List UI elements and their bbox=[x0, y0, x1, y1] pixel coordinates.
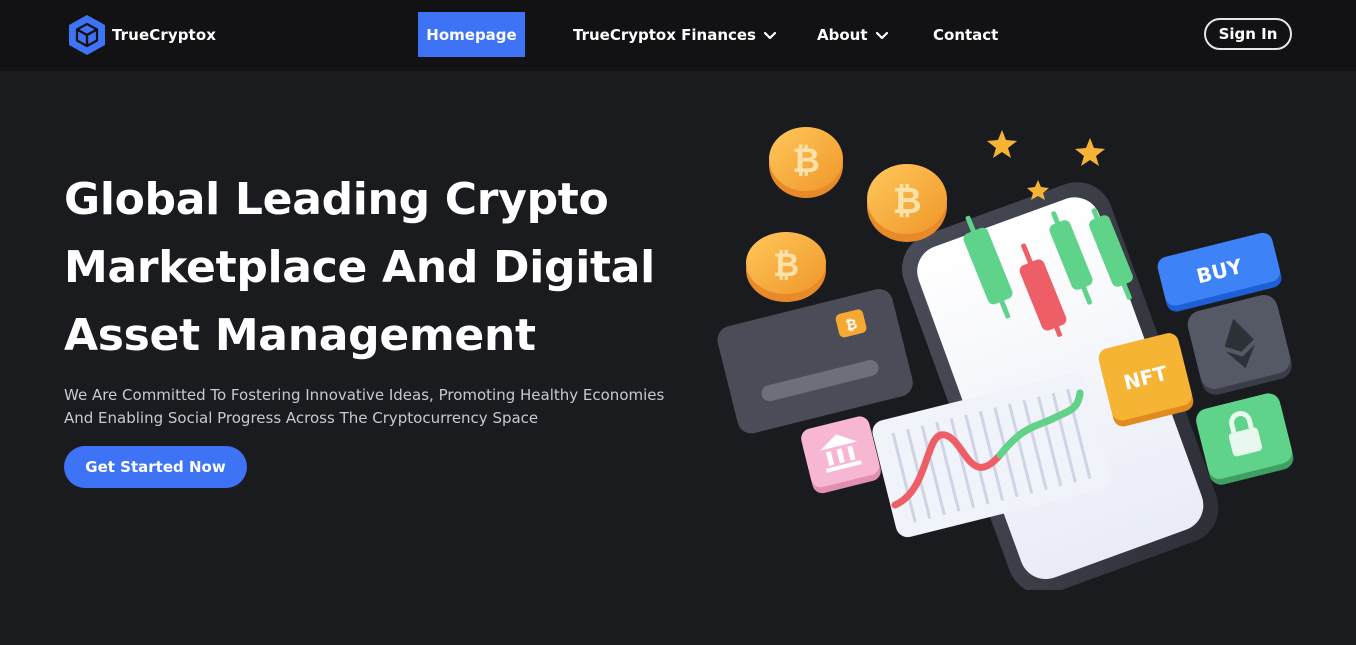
bitcoin-coin-icon: ₿ bbox=[769, 127, 843, 198]
svg-text:₿: ₿ bbox=[773, 246, 799, 284]
hero-subtitle: We Are Committed To Fostering Innovative… bbox=[64, 384, 674, 430]
navbar: TrueCryptox Homepage TrueCryptox Finance… bbox=[0, 0, 1356, 71]
bitcoin-coin-icon: ₿ bbox=[746, 232, 826, 302]
nav-about-label: About bbox=[817, 25, 868, 44]
star-icon bbox=[1075, 138, 1105, 166]
credit-card-icon: ₿ bbox=[717, 289, 913, 434]
svg-text:₿: ₿ bbox=[792, 141, 820, 181]
sign-in-button[interactable]: Sign In bbox=[1204, 18, 1292, 50]
nav-homepage[interactable]: Homepage bbox=[418, 12, 525, 57]
nav-truecryptox-finances[interactable]: TrueCryptox Finances bbox=[573, 12, 777, 57]
hero-subtitle-line: We Are Committed To Fostering Innovative… bbox=[64, 386, 665, 404]
hero-title-line: Marketplace And Digital bbox=[64, 242, 655, 293]
nav-about[interactable]: About bbox=[817, 12, 889, 57]
crypto-illustration: ₿ ₿ ₿ ₿ BUY NFT bbox=[717, 127, 1294, 590]
bank-icon bbox=[801, 416, 881, 494]
nav-contact-label: Contact bbox=[933, 25, 999, 44]
get-started-button[interactable]: Get Started Now bbox=[64, 446, 247, 488]
bitcoin-coin-icon: ₿ bbox=[867, 164, 947, 242]
chevron-down-icon bbox=[875, 31, 888, 39]
nav-homepage-label: Homepage bbox=[426, 25, 517, 44]
hero-subtitle-line: And Enabling Social Progress Across The … bbox=[64, 409, 539, 427]
svg-text:₿: ₿ bbox=[892, 181, 921, 222]
chevron-down-icon bbox=[763, 31, 777, 39]
star-icon bbox=[987, 130, 1017, 158]
brand-logo[interactable]: TrueCryptox bbox=[68, 14, 216, 56]
ethereum-icon bbox=[1187, 295, 1292, 395]
hero-title-line: Asset Management bbox=[64, 310, 536, 361]
brand-name: TrueCryptox bbox=[112, 26, 217, 44]
nav-contact[interactable]: Contact bbox=[933, 12, 998, 57]
hero-title-line: Global Leading Crypto bbox=[64, 174, 609, 225]
hero-title: Global Leading Crypto Marketplace And Di… bbox=[64, 166, 704, 370]
nav-finances-label: TrueCryptox Finances bbox=[573, 25, 756, 44]
cube-logo-icon bbox=[69, 15, 105, 55]
lock-icon bbox=[1196, 393, 1294, 485]
